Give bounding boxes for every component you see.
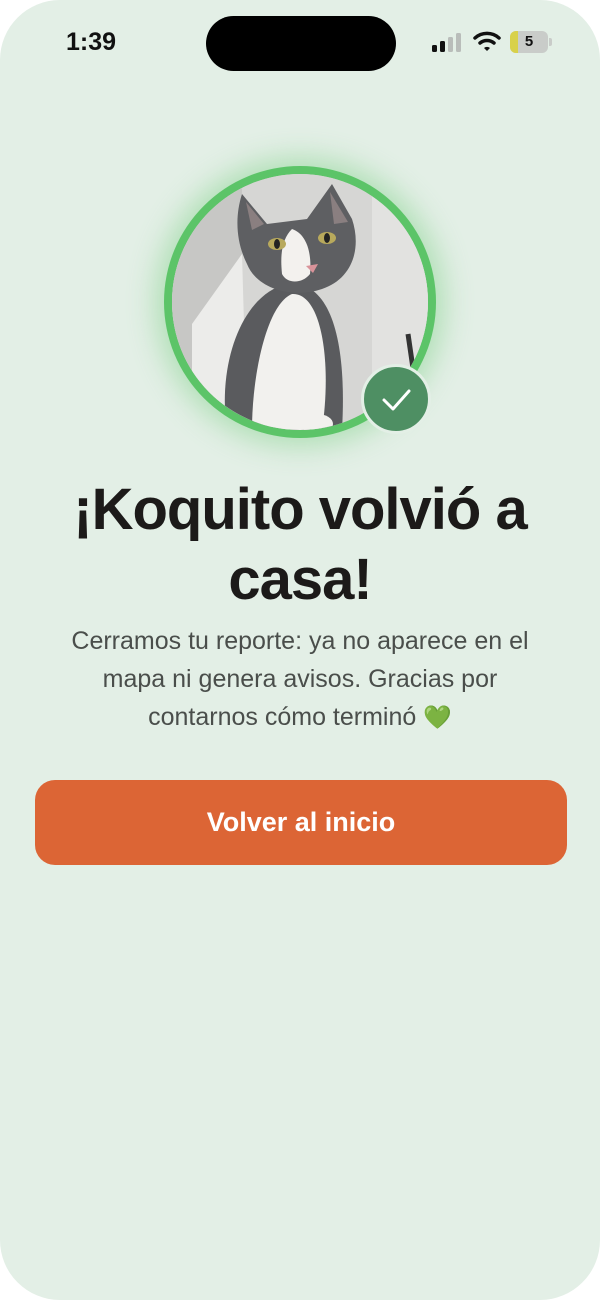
page-title: ¡Koquito volvió a casa!	[73, 477, 527, 612]
battery-icon: 5	[510, 31, 548, 53]
check-badge	[361, 364, 431, 434]
back-to-home-button[interactable]: Volver al inicio	[35, 780, 567, 865]
screen: 1:39 5 ¡Koquito volvió a casa! Cerramos …	[0, 0, 600, 1300]
description-body: Cerramos tu reporte: ya no aparece en el…	[71, 627, 529, 731]
wifi-icon	[473, 31, 501, 51]
cellular-signal-icon	[432, 33, 461, 52]
green-heart-icon: 💚	[423, 704, 452, 730]
dynamic-island	[206, 16, 396, 71]
description-text: Cerramos tu reporte: ya no aparece en el…	[50, 622, 550, 736]
battery-level: 5	[524, 33, 534, 50]
battery-cap	[549, 38, 552, 46]
status-time: 1:39	[66, 28, 117, 56]
check-icon	[382, 389, 411, 411]
